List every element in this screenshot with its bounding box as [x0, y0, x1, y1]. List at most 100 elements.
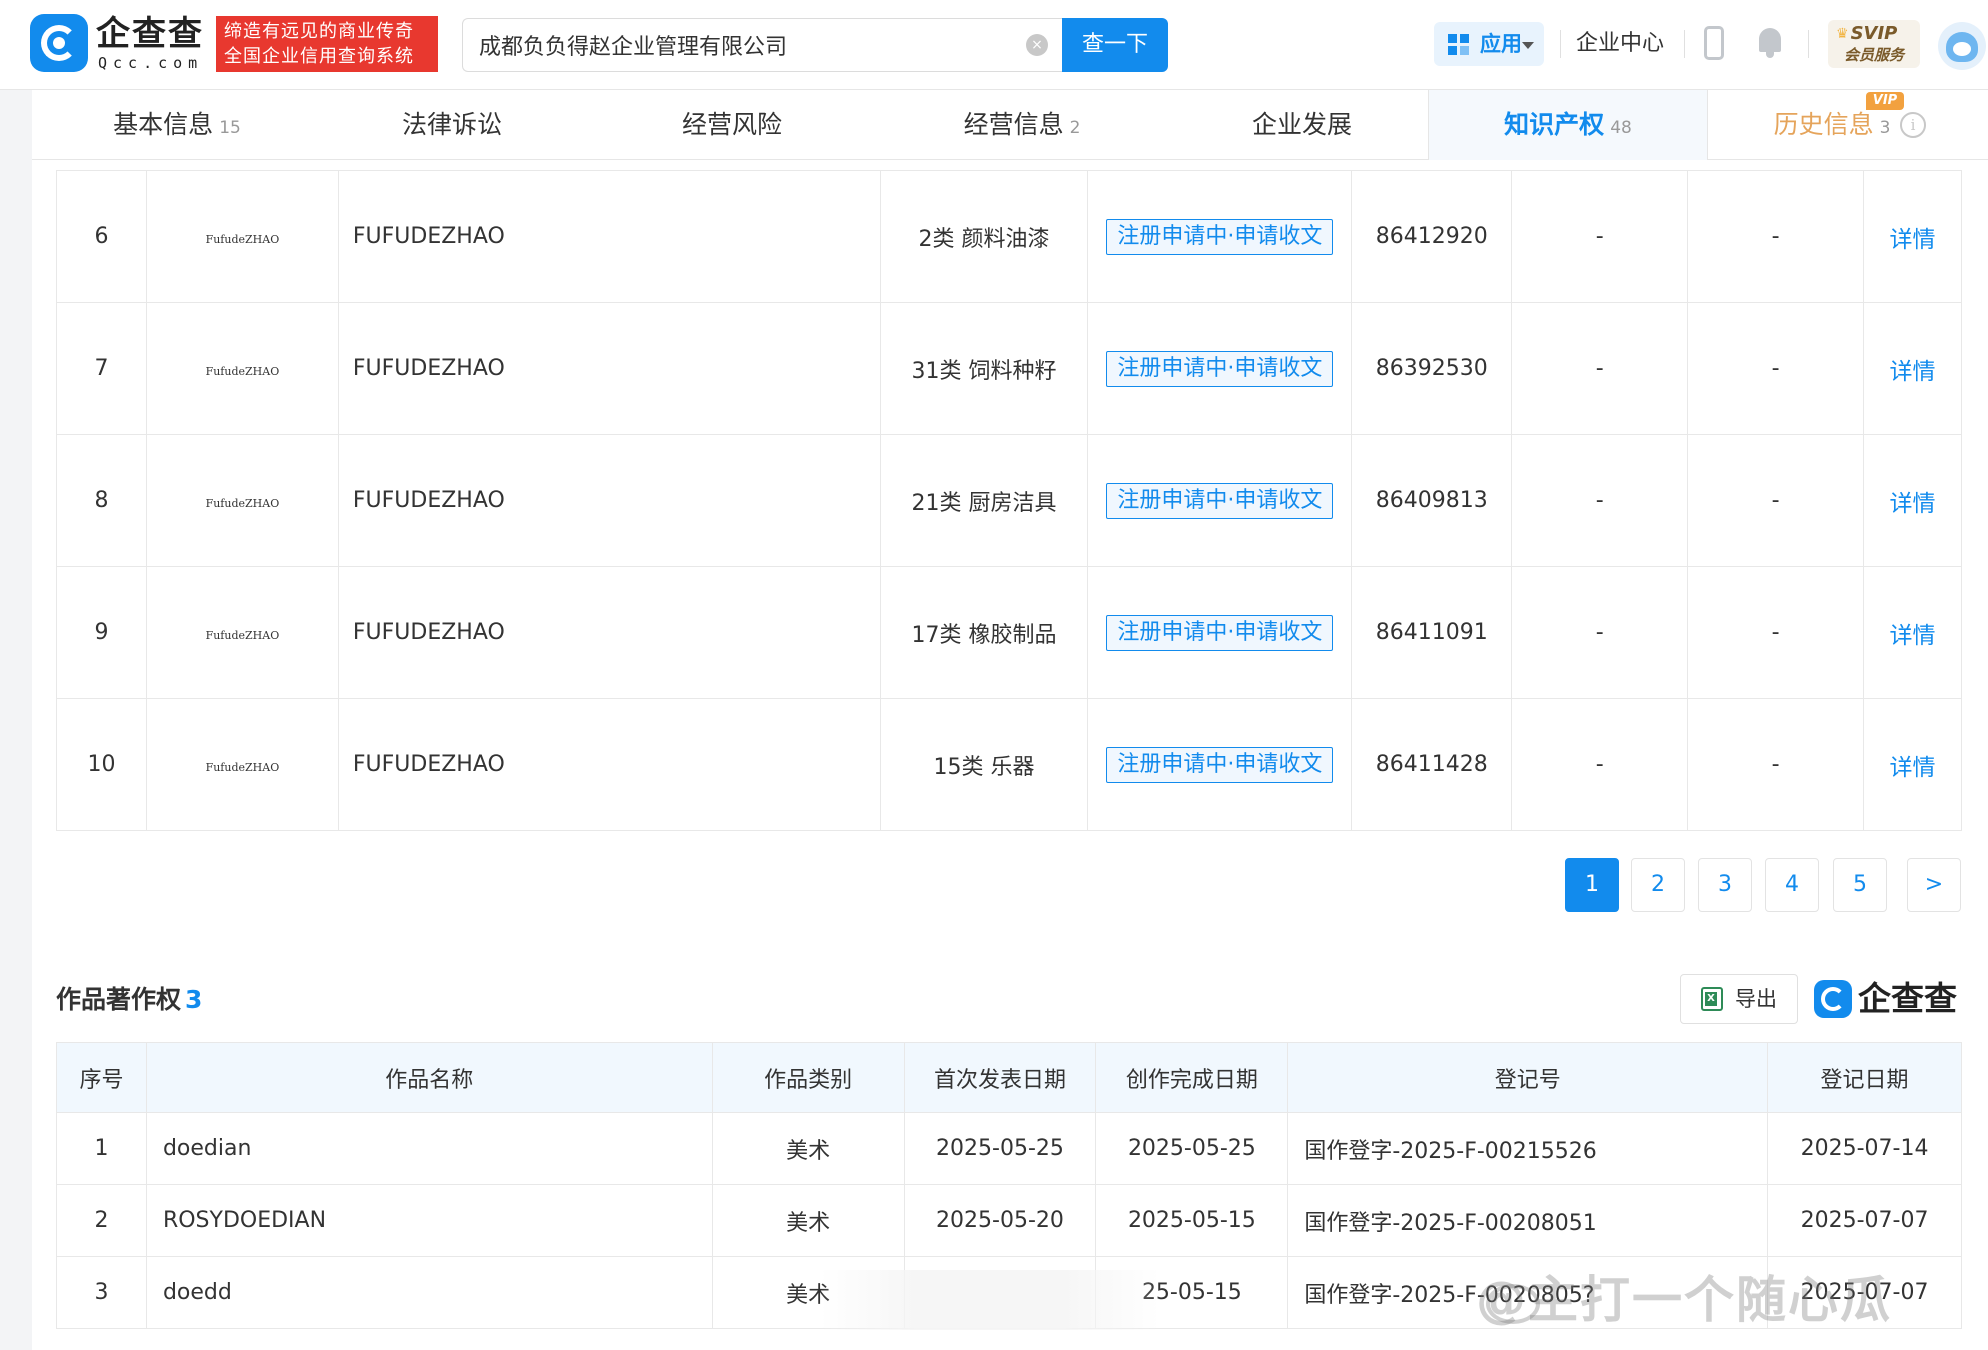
- column-header[interactable]: 登记日期: [1767, 1042, 1962, 1113]
- first-publish-date: 2025-05-20: [903, 1184, 1097, 1257]
- page-5-button[interactable]: 5: [1833, 858, 1887, 912]
- tab-label: 历史信息: [1773, 110, 1874, 139]
- table-cell: -: [1687, 302, 1864, 435]
- phone-icon[interactable]: [1704, 26, 1724, 60]
- empty-value: -: [1595, 356, 1604, 381]
- page-2-button[interactable]: 2: [1631, 858, 1685, 912]
- column-header[interactable]: 首次发表日期: [903, 1042, 1097, 1113]
- table-cell: -: [1511, 302, 1689, 435]
- bell-icon[interactable]: [1756, 28, 1784, 58]
- trademark-table: 6 FufudeZHAO FUFUDEZHAO 2类 颜料油漆注册申请中·申请收文 86…: [56, 170, 1963, 831]
- table-cell: 详情: [1862, 698, 1963, 831]
- table-cell: FufudeZHAO: [145, 170, 339, 303]
- divider: [1560, 30, 1561, 58]
- status-badge: 注册申请中·申请收文: [1106, 614, 1334, 651]
- page-3-button[interactable]: 3: [1698, 858, 1752, 912]
- qcc-logo-icon[interactable]: [30, 14, 88, 72]
- table-cell: 86411091: [1351, 566, 1513, 699]
- table-cell: -: [1687, 434, 1864, 567]
- table-cell: FUFUDEZHAO: [337, 566, 881, 699]
- detail-link[interactable]: 详情: [1889, 491, 1935, 517]
- row-number: 9: [94, 620, 109, 645]
- empty-value: -: [1595, 752, 1604, 777]
- detail-link[interactable]: 详情: [1889, 359, 1935, 385]
- registration-number: 86409813: [1375, 488, 1488, 513]
- column-header: 作品名称: [145, 1042, 713, 1113]
- trademark-name-link[interactable]: FUFUDEZHAO: [353, 356, 505, 381]
- table-row: 10 FufudeZHAO FUFUDEZHAO 15类 乐器 注册申请中·申请收文 86…: [56, 698, 1963, 831]
- slogan-banner: 缔造有远见的商业传奇 全国企业信用查询系统: [216, 16, 438, 72]
- trademark-name-link[interactable]: FUFUDEZHAO: [353, 752, 505, 777]
- page-1-button[interactable]: 1: [1565, 858, 1619, 912]
- trademark-logo-image[interactable]: FufudeZHAO: [206, 629, 280, 642]
- brand-watermark-logo: 企查查: [1858, 979, 1957, 1018]
- table-row: 8 FufudeZHAO FUFUDEZHAO 21类 厨房洁具 注册申请中·申请收文 8…: [56, 434, 1963, 567]
- info-icon[interactable]: i: [1900, 112, 1926, 138]
- row-number: 7: [94, 356, 109, 381]
- empty-value: -: [1771, 488, 1780, 513]
- search-button[interactable]: 查一下: [1062, 18, 1168, 72]
- enterprise-center-link[interactable]: 企业中心: [1576, 26, 1664, 62]
- trademark-name-link[interactable]: FUFUDEZHAO: [353, 488, 505, 513]
- clear-icon[interactable]: ×: [1026, 34, 1048, 56]
- apps-menu-button[interactable]: 应用: [1434, 22, 1544, 66]
- export-button[interactable]: 导出: [1680, 974, 1798, 1024]
- section-tabs: 基本信息 15 法律诉讼 经营风险 经营信息 2 企业发展 知识产权 48 历史信息 3: [32, 90, 1988, 160]
- brand-name[interactable]: 企查查: [96, 14, 204, 54]
- table-cell: -: [1687, 170, 1864, 303]
- svip-badge[interactable]: ♛ SVIP 会员服务: [1828, 20, 1920, 68]
- qcc-logo-icon: [1814, 980, 1852, 1018]
- table-cell: 10: [56, 698, 147, 831]
- row-number: 2: [56, 1184, 147, 1257]
- detail-link[interactable]: 详情: [1889, 755, 1935, 781]
- work-type: 美术: [711, 1112, 905, 1185]
- tab-risk[interactable]: 经营风险: [612, 90, 852, 160]
- column-header[interactable]: 创作完成日期: [1095, 1042, 1289, 1113]
- completion-date: 2025-05-15: [1095, 1184, 1289, 1257]
- registration-number: 86392530: [1375, 356, 1488, 381]
- svip-service-label: 会员服务: [1843, 46, 1904, 64]
- table-row: 7 FufudeZHAO FUFUDEZHAO 31类 饲料种籽 注册申请中·申请收文 8…: [56, 302, 1963, 435]
- detail-link[interactable]: 详情: [1889, 227, 1935, 253]
- divider: [1684, 30, 1685, 58]
- table-cell: FUFUDEZHAO: [337, 698, 881, 831]
- next-page-button[interactable]: >: [1907, 858, 1961, 912]
- page-4-button[interactable]: 4: [1765, 858, 1819, 912]
- empty-value: -: [1595, 224, 1604, 249]
- table-cell: FUFUDEZHAO: [337, 434, 881, 567]
- tab-basic-info[interactable]: 基本信息 15: [62, 90, 292, 160]
- table-cell: FufudeZHAO: [145, 698, 339, 831]
- status-badge: 注册申请中·申请收文: [1106, 482, 1334, 519]
- trademark-name-link[interactable]: FUFUDEZHAO: [353, 224, 505, 249]
- excel-icon: [1701, 987, 1723, 1011]
- row-number: 8: [94, 488, 109, 513]
- tab-business-info[interactable]: 经营信息 2: [892, 90, 1152, 160]
- table-cell: 详情: [1862, 566, 1963, 699]
- table-cell: 2类 颜料油漆: [879, 170, 1089, 303]
- row-number: 6: [94, 224, 109, 249]
- registration-number: 国作登字-2025-F-00208051: [1287, 1184, 1769, 1257]
- column-header: 序号: [56, 1042, 147, 1113]
- trademark-category: 15类 乐器: [933, 754, 1035, 780]
- trademark-logo-image[interactable]: FufudeZHAO: [206, 497, 280, 510]
- table-cell: FufudeZHAO: [145, 566, 339, 699]
- tab-legal[interactable]: 法律诉讼: [332, 90, 572, 160]
- detail-link[interactable]: 详情: [1889, 623, 1935, 649]
- trademark-logo-image[interactable]: FufudeZHAO: [206, 365, 280, 378]
- avatar[interactable]: [1938, 22, 1986, 70]
- completion-date: 2025-05-25: [1095, 1112, 1289, 1185]
- search-input[interactable]: [479, 19, 1019, 71]
- table-row: 2 ROSYDOEDIAN 美术 2025-05-20 2025-05-15 国作登字-2…: [56, 1184, 1962, 1257]
- tab-development[interactable]: 企业发展: [1182, 90, 1422, 160]
- table-cell: 注册申请中·申请收文: [1087, 434, 1353, 567]
- table-cell: 86392530: [1351, 302, 1513, 435]
- registration-number: 86412920: [1375, 224, 1488, 249]
- trademark-logo-image[interactable]: FufudeZHAO: [206, 761, 280, 774]
- trademark-logo-image[interactable]: FufudeZHAO: [206, 233, 280, 246]
- row-number: 10: [87, 752, 116, 777]
- apps-label: 应用: [1480, 32, 1522, 56]
- tab-label: 知识产权: [1504, 110, 1605, 139]
- trademark-name-link[interactable]: FUFUDEZHAO: [353, 620, 505, 645]
- table-cell: -: [1687, 566, 1864, 699]
- tab-intellectual-property[interactable]: 知识产权 48: [1428, 90, 1708, 160]
